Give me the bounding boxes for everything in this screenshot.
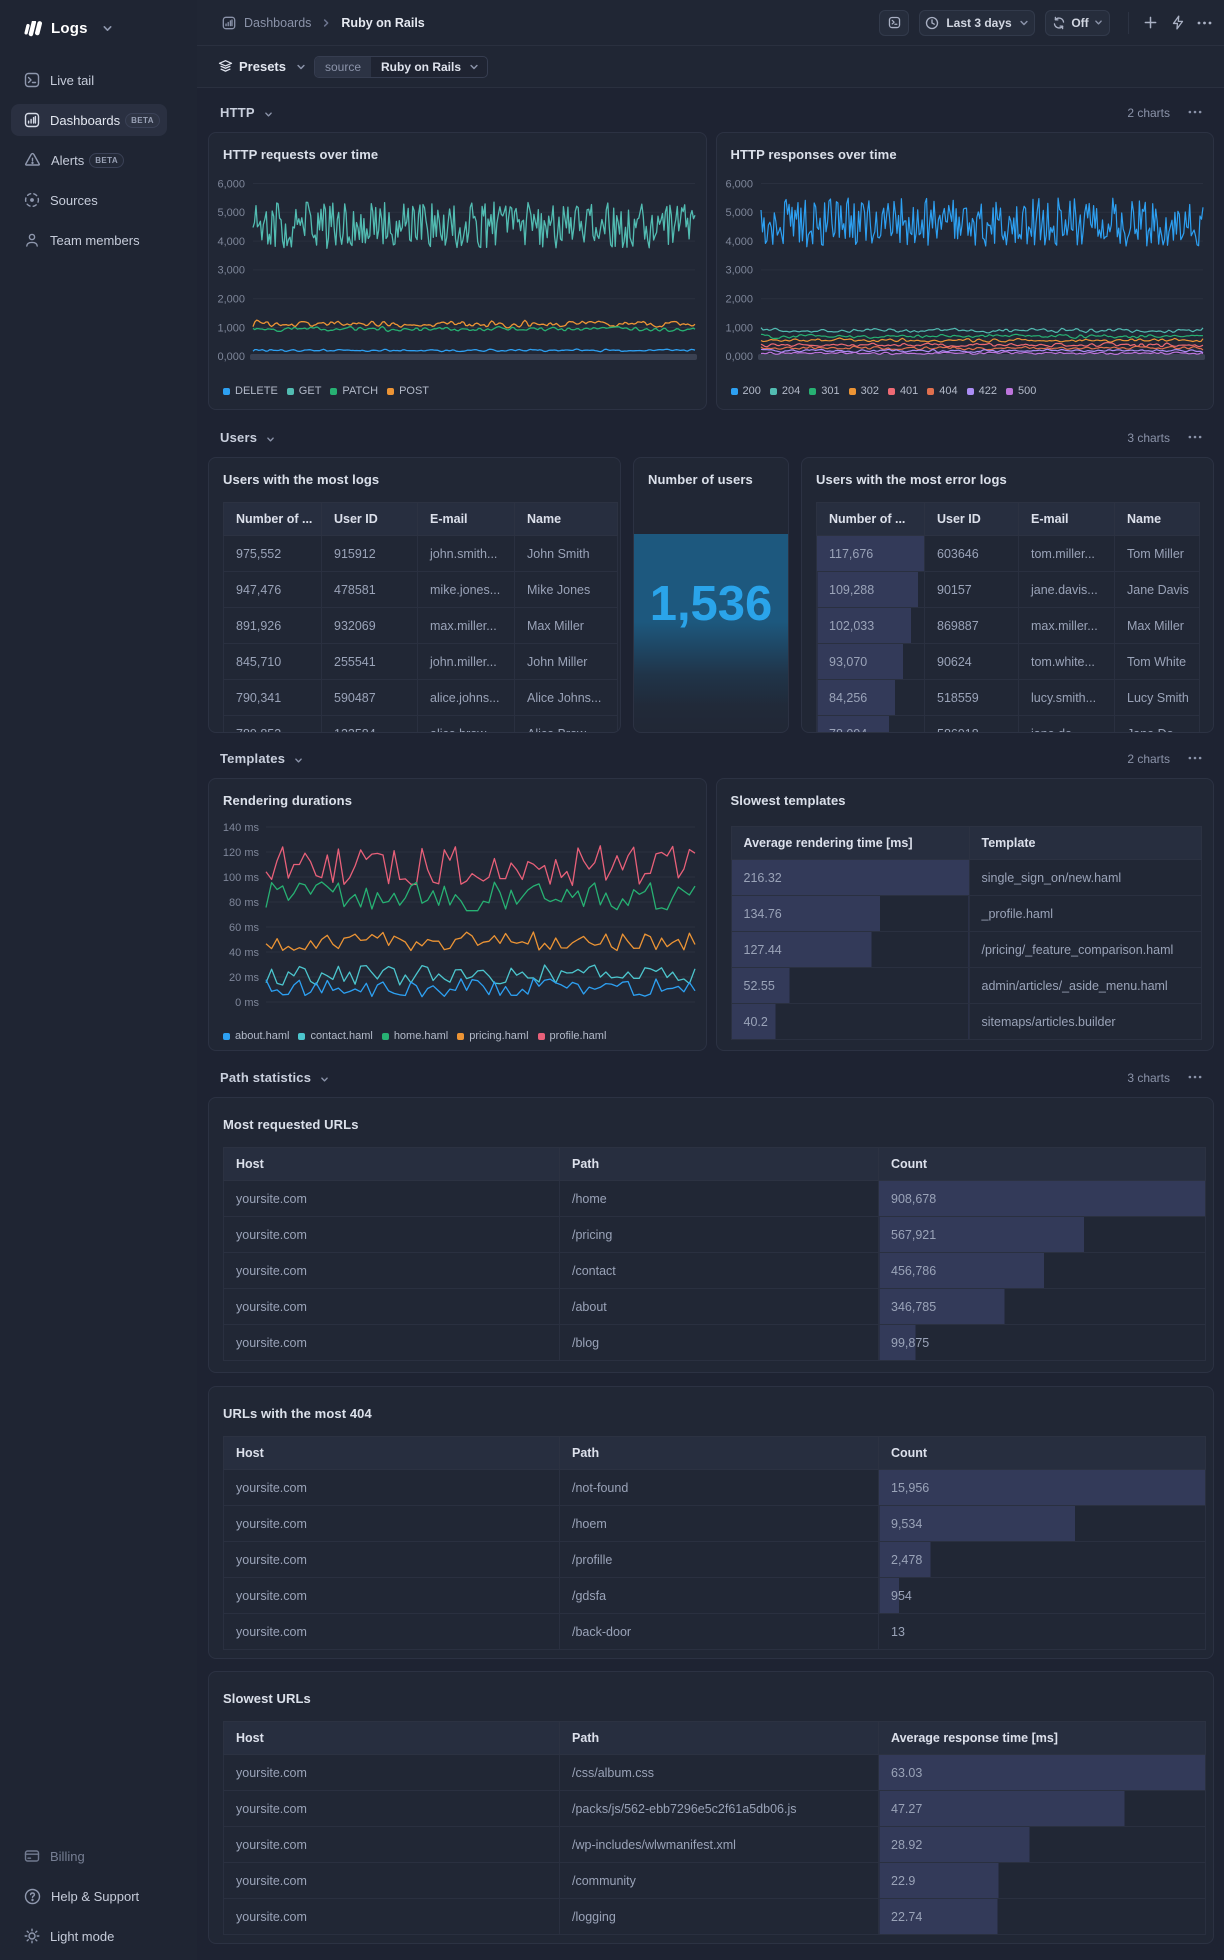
svg-text:3,000: 3,000 (725, 265, 753, 277)
svg-text:0,000: 0,000 (725, 351, 753, 363)
svg-text:4,000: 4,000 (217, 236, 245, 248)
svg-text:6,000: 6,000 (725, 178, 753, 190)
svg-text:120 ms: 120 ms (223, 847, 260, 859)
svg-text:80 ms: 80 ms (229, 897, 259, 909)
svg-text:5,000: 5,000 (217, 207, 245, 219)
svg-text:20 ms: 20 ms (229, 972, 259, 984)
svg-text:100 ms: 100 ms (223, 872, 260, 884)
svg-text:2,000: 2,000 (725, 294, 753, 306)
svg-text:6,000: 6,000 (217, 178, 245, 190)
svg-text:5,000: 5,000 (725, 207, 753, 219)
svg-text:4,000: 4,000 (725, 236, 753, 248)
svg-text:140 ms: 140 ms (223, 822, 260, 834)
svg-text:0,000: 0,000 (217, 351, 245, 363)
svg-text:40 ms: 40 ms (229, 947, 259, 959)
svg-text:3,000: 3,000 (217, 265, 245, 277)
svg-text:1,000: 1,000 (217, 322, 245, 334)
svg-text:2,000: 2,000 (217, 294, 245, 306)
svg-text:0 ms: 0 ms (235, 997, 259, 1009)
svg-text:60 ms: 60 ms (229, 922, 259, 934)
svg-text:1,000: 1,000 (725, 322, 753, 334)
